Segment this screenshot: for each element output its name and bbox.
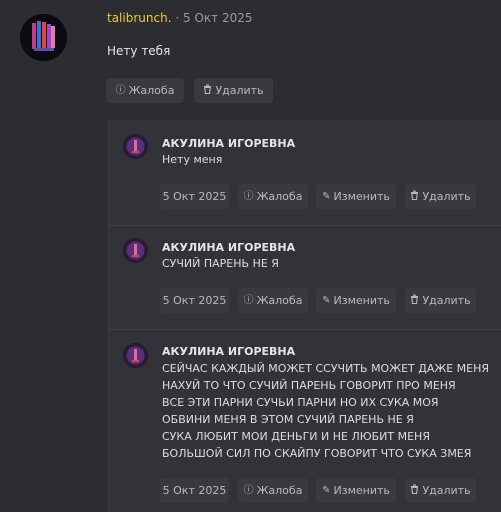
delete-button[interactable]: Удалить	[405, 184, 476, 209]
report-label: Жалоба	[256, 190, 303, 203]
delete-button[interactable]: Удалить	[405, 478, 476, 503]
avatar-image	[20, 14, 67, 61]
avatar-image	[123, 238, 148, 263]
report-button[interactable]: ⓘ Жалоба	[238, 184, 308, 209]
divider	[109, 225, 501, 226]
reply-text-line: ВСЕ ЭТИ ПАРНИ СУЧЬИ ПАРНИ НО ИХ СУКА МОЯ	[162, 396, 439, 409]
trash-icon	[410, 484, 419, 497]
reply-text-line: ОБВИНИ МЕНЯ В ЭТОМ СУЧИЙ ПАРЕНЬ НЕ Я	[162, 413, 414, 426]
reply-text-line: СУКА ЛЮБИТ МОИ ДЕНЬГИ И НЕ ЛЮБИТ МЕНЯ	[162, 430, 430, 443]
report-button[interactable]: ⓘ Жалоба	[106, 78, 184, 103]
reply-date-label: 5 Окт 2025	[162, 190, 227, 203]
reply-text-line: СЕЙЧАС КАЖДЫЙ МОЖЕТ ССУЧИТЬ МОЖЕТ ДАЖЕ М…	[162, 362, 490, 375]
divider	[109, 329, 501, 330]
pencil-icon: ✎	[322, 484, 331, 496]
report-button[interactable]: ⓘ Жалоба	[238, 478, 308, 503]
reply-text: СУЧИЙ ПАРЕНЬ НЕ Я	[162, 257, 279, 270]
reply-date: 5 Окт 2025	[160, 184, 229, 209]
edit-button[interactable]: ✎ Изменить	[316, 478, 396, 503]
avatar[interactable]	[123, 134, 148, 159]
reply-date-label: 5 Окт 2025	[162, 484, 227, 497]
reply-text: Нету меня	[162, 153, 223, 166]
avatar[interactable]	[20, 14, 67, 61]
info-circle-icon: ⓘ	[115, 84, 126, 96]
edit-button[interactable]: ✎ Изменить	[316, 184, 396, 209]
info-circle-icon: ⓘ	[243, 484, 254, 496]
delete-label: Удалить	[215, 84, 264, 97]
reply-date: 5 Окт 2025	[160, 478, 229, 503]
edit-label: Изменить	[333, 484, 390, 497]
info-circle-icon: ⓘ	[243, 294, 254, 306]
username-link[interactable]: talibrunch.	[107, 11, 172, 25]
delete-label: Удалить	[422, 190, 471, 203]
comment-meta: talibrunch. · 5 Окт 2025	[107, 11, 253, 26]
pencil-icon: ✎	[322, 294, 331, 306]
edit-label: Изменить	[333, 294, 390, 307]
delete-button[interactable]: Удалить	[405, 288, 476, 313]
avatar-image	[123, 343, 148, 368]
delete-label: Удалить	[422, 484, 471, 497]
trash-icon	[203, 84, 212, 97]
reply-text-line: БОЛЬШОЙ СИЛ ПО СКАЙПУ ГОВОРИТ ЧТО СУКА З…	[162, 447, 472, 460]
report-button[interactable]: ⓘ Жалоба	[238, 288, 308, 313]
trash-icon	[410, 190, 419, 203]
edit-button[interactable]: ✎ Изменить	[316, 288, 396, 313]
pencil-icon: ✎	[322, 190, 331, 202]
reply-date: 5 Окт 2025	[160, 288, 229, 313]
avatar[interactable]	[123, 238, 148, 263]
edit-label: Изменить	[333, 190, 390, 203]
reply-text-line: НАХУЙ ТО ЧТО СУЧИЙ ПАРЕНЬ ГОВОРИТ ПРО МЕ…	[162, 379, 456, 392]
avatar-image	[123, 134, 148, 159]
reply-author: АКУЛИНА ИГОРЕВНА	[162, 137, 296, 150]
thread-line	[108, 120, 109, 512]
report-label: Жалоба	[256, 484, 303, 497]
meta-separator: ·	[175, 11, 180, 25]
reply-author: АКУЛИНА ИГОРЕВНА	[162, 241, 296, 254]
comment-text: Нету тебя	[107, 44, 171, 58]
reply-author: АКУЛИНА ИГОРЕВНА	[162, 345, 296, 358]
comment-date: 5 Окт 2025	[183, 11, 253, 25]
delete-button[interactable]: Удалить	[194, 78, 273, 103]
avatar[interactable]	[123, 343, 148, 368]
report-label: Жалоба	[128, 84, 175, 97]
delete-label: Удалить	[422, 294, 471, 307]
reply-date-label: 5 Окт 2025	[162, 294, 227, 307]
info-circle-icon: ⓘ	[243, 190, 254, 202]
trash-icon	[410, 294, 419, 307]
report-label: Жалоба	[256, 294, 303, 307]
